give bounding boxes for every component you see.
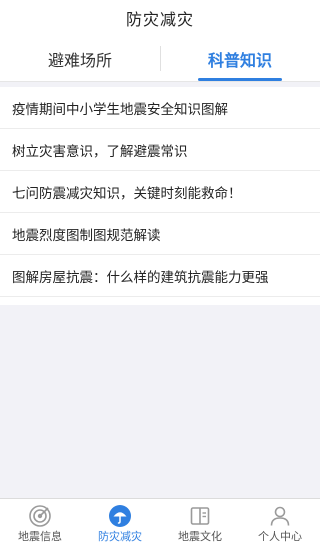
nav-label: 个人中心	[258, 530, 302, 543]
nav-item-earthquake-info[interactable]: 地震信息	[0, 499, 80, 548]
list-item[interactable]: 疫情期间中小学生地震安全知识图解	[0, 87, 320, 129]
article-list: 疫情期间中小学生地震安全知识图解 树立灾害意识，了解避震常识 七问防震减灾知识，…	[0, 87, 320, 305]
nav-label: 防灾减灾	[98, 530, 142, 543]
active-tab-indicator	[198, 78, 282, 81]
tab-label: 科普知识	[207, 50, 272, 70]
seismic-target-icon	[29, 505, 51, 527]
title-bar: 防灾减灾	[0, 0, 320, 36]
tab-science-knowledge[interactable]: 科普知识	[160, 36, 320, 81]
list-item[interactable]: 七问防震减灾知识，关键时刻能救命！	[0, 171, 320, 213]
list-item[interactable]: 图解房屋抗震：什么样的建筑抗震能力更强	[0, 255, 320, 297]
app-root: 防灾减灾 避难场所 科普知识 疫情期间中小学生地震安全知识图解 树立灾害意识，了…	[0, 0, 320, 548]
list-item[interactable]: 地震烈度图制图规范解读	[0, 213, 320, 255]
nav-label: 地震文化	[178, 530, 222, 543]
nav-item-earthquake-culture[interactable]: 地震文化	[160, 499, 240, 548]
nav-label: 地震信息	[18, 530, 62, 543]
tab-shelters[interactable]: 避难场所	[0, 36, 160, 81]
segment-tabs: 避难场所 科普知识	[0, 36, 320, 82]
person-icon	[270, 506, 290, 526]
list-bottom-padding	[0, 297, 320, 305]
umbrella-icon	[109, 505, 131, 527]
tab-label: 避难场所	[47, 50, 112, 70]
book-icon	[190, 507, 210, 525]
bottom-nav: 地震信息 防灾减灾 地震文化 个人中心	[0, 498, 320, 548]
nav-item-disaster-prevention[interactable]: 防灾减灾	[80, 499, 160, 548]
page-title: 防灾减灾	[125, 10, 194, 29]
list-item[interactable]: 树立灾害意识，了解避震常识	[0, 129, 320, 171]
nav-item-profile[interactable]: 个人中心	[240, 499, 320, 548]
